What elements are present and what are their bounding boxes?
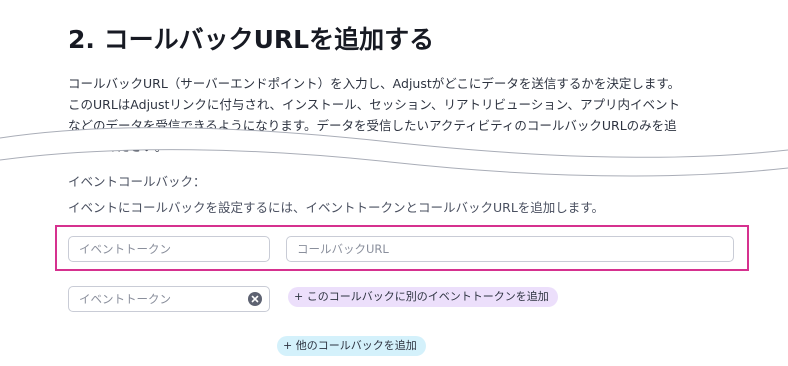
event-callbacks-description: イベントにコールバックを設定するには、イベントトークンとコールバックURLを追加… — [68, 200, 605, 215]
add-callback-button[interactable]: + 他のコールバックを追加 — [277, 336, 426, 356]
event-callbacks-label: イベントコールバック： — [68, 174, 206, 189]
x-circle-icon[interactable] — [248, 292, 262, 306]
event-token-input-2[interactable] — [68, 286, 270, 312]
intro-line-1: コールバックURL（サーバーエンドポイント）を入力し、Adjustがどこにデータ… — [68, 76, 681, 91]
intro-line-2: このURLはAdjustリンクに付与され、インストール、セッション、リアトリビュ… — [68, 97, 681, 112]
page: 2. コールバックURLを追加する コールバックURL（サーバーエンドポイント）… — [0, 0, 788, 366]
add-event-token-button[interactable]: + このコールバックに別のイベントトークンを追加 — [288, 287, 558, 307]
page-title: 2. コールバックURLを追加する — [68, 25, 435, 54]
event-token-input[interactable] — [68, 236, 270, 262]
callback-url-input[interactable] — [286, 236, 734, 262]
event-token-2-field — [68, 286, 270, 312]
